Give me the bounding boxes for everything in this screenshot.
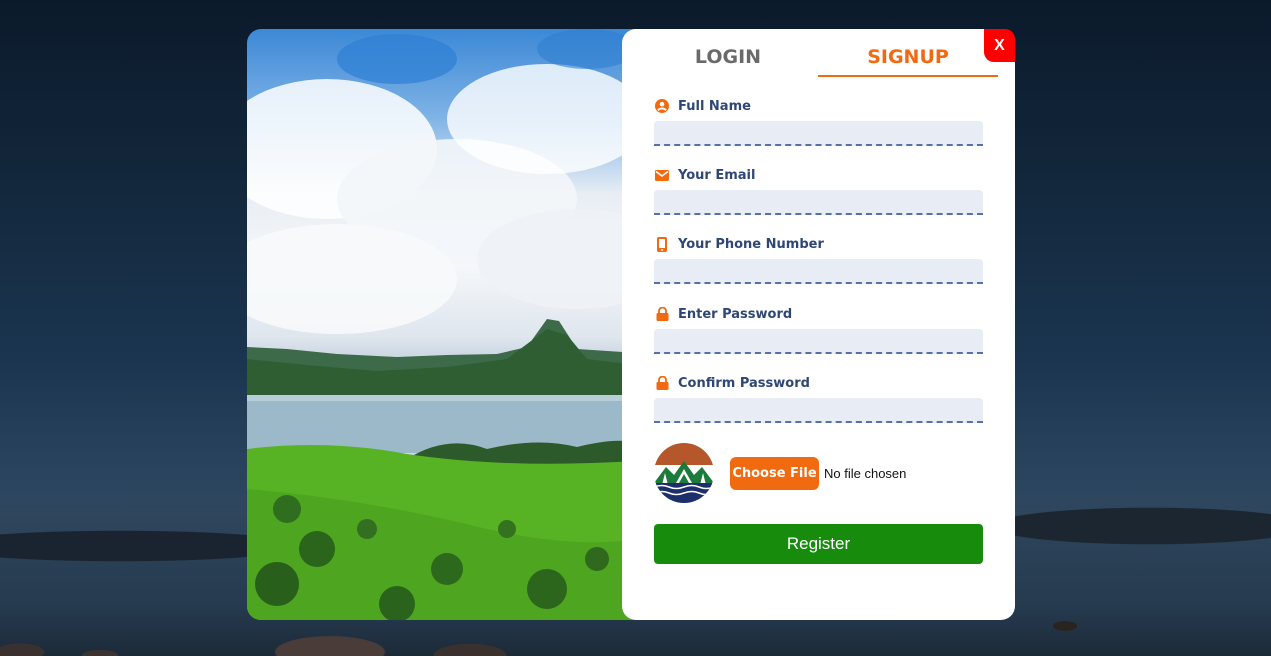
tab-signup[interactable]: SIGNUP [818, 43, 998, 77]
phone-icon [654, 236, 670, 252]
phone-input[interactable] [654, 259, 983, 284]
email-input[interactable] [654, 190, 983, 215]
scenic-photo [247, 29, 637, 620]
lock-icon [654, 375, 670, 391]
full-name-label-row: Full Name [654, 97, 983, 115]
avatar-upload-row: Choose File No file chosen [654, 443, 906, 503]
confirm-password-label-row: Confirm Password [654, 374, 983, 392]
background-rocks [0, 616, 1271, 656]
password-label: Enter Password [678, 306, 793, 322]
confirm-password-label: Confirm Password [678, 375, 810, 391]
full-name-field: Full Name [654, 97, 983, 146]
full-name-input[interactable] [654, 121, 983, 146]
user-circle-icon [654, 98, 670, 114]
phone-label-row: Your Phone Number [654, 235, 983, 253]
file-status: No file chosen [824, 465, 907, 481]
password-label-row: Enter Password [654, 305, 983, 323]
envelope-icon [654, 167, 670, 183]
signup-modal: X LOGIN SIGNUP Full Name Your Email Your… [247, 29, 1015, 620]
choose-file-button[interactable]: Choose File [730, 456, 819, 490]
email-label: Your Email [678, 167, 756, 183]
password-input[interactable] [654, 329, 983, 354]
lock-icon [654, 306, 670, 322]
confirm-password-input[interactable] [654, 398, 983, 423]
confirm-password-field: Confirm Password [654, 374, 983, 423]
full-name-label: Full Name [678, 98, 751, 114]
email-label-row: Your Email [654, 166, 983, 184]
register-button[interactable]: Register [654, 524, 983, 564]
auth-tabs: LOGIN SIGNUP [638, 43, 998, 77]
phone-field: Your Phone Number [654, 235, 983, 284]
password-field: Enter Password [654, 305, 983, 354]
tab-login[interactable]: LOGIN [638, 43, 818, 77]
logo-icon [654, 443, 714, 503]
email-field: Your Email [654, 166, 983, 215]
phone-label: Your Phone Number [678, 236, 824, 252]
signup-panel: X LOGIN SIGNUP Full Name Your Email Your… [622, 29, 1015, 620]
